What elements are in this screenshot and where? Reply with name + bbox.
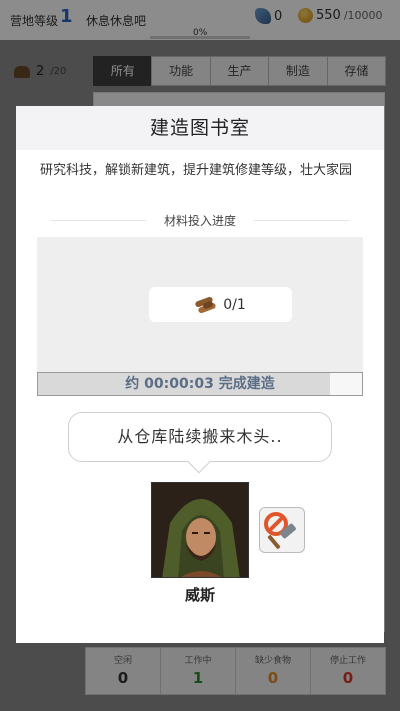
material-chip: 0/1 bbox=[149, 287, 292, 322]
speech-bubble: 从仓库陆续搬来木头.. bbox=[68, 412, 332, 474]
material-progress: 0/1 bbox=[223, 296, 246, 313]
build-modal: 建造图书室 研究科技，解锁新建筑，提升建筑修建等级，壮大家园 材料投入进度 0/… bbox=[16, 106, 384, 643]
worker-name: 威斯 bbox=[184, 586, 215, 604]
wood-logs-icon bbox=[194, 295, 217, 314]
hammer-cancel-icon bbox=[264, 512, 296, 550]
speech-bubble-tail bbox=[187, 450, 211, 474]
materials-section-label: 材料投入进度 bbox=[16, 212, 384, 229]
hooded-man-icon bbox=[152, 483, 248, 577]
modal-title: 建造图书室 bbox=[16, 106, 384, 150]
build-timer-text: 约 00:00:03 完成建造 bbox=[125, 376, 275, 392]
worker-portrait[interactable] bbox=[151, 482, 249, 578]
building-description: 研究科技，解锁新建筑，提升建筑修建等级，壮大家园 bbox=[40, 163, 353, 178]
build-timer-bar: 约 00:00:03 完成建造 bbox=[37, 372, 363, 396]
cancel-build-button[interactable] bbox=[259, 507, 305, 553]
speech-text: 从仓库陆续搬来木头.. bbox=[117, 427, 283, 446]
